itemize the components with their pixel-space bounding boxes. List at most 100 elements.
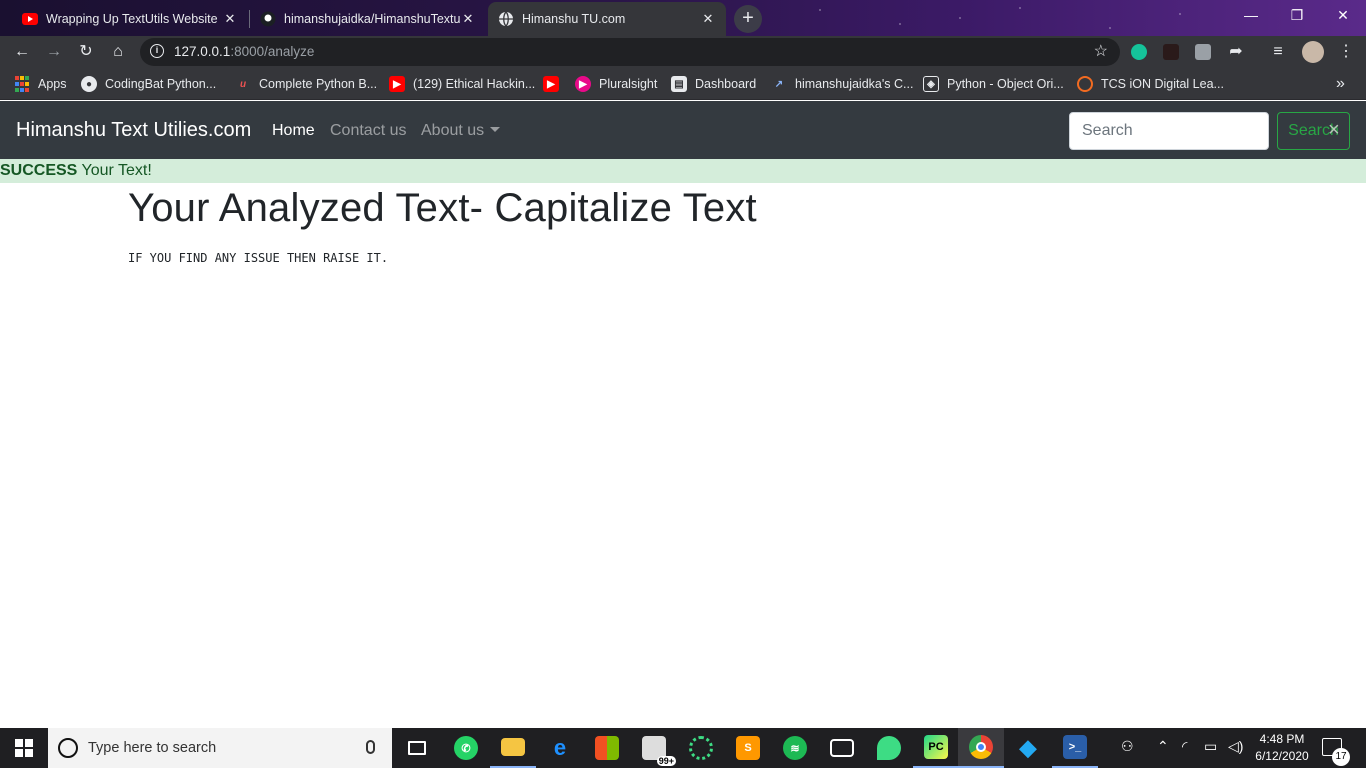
codepen-icon: ↗ bbox=[774, 78, 784, 90]
page-title: Your Analyzed Text- Capitalize Text bbox=[128, 186, 757, 230]
restore-icon[interactable]: ❐ bbox=[1274, 0, 1320, 30]
site-info-icon[interactable]: i bbox=[150, 44, 164, 58]
nav-about-label: About us bbox=[421, 122, 485, 139]
clock-date: 6/12/2020 bbox=[1255, 749, 1309, 763]
success-alert: SUCCESS Your Text! bbox=[0, 159, 1366, 183]
bookmark-label: Complete Python B... bbox=[259, 77, 378, 91]
extension-ninja-icon[interactable] bbox=[1163, 44, 1179, 60]
windows-logo-icon bbox=[15, 739, 33, 757]
back-icon[interactable]: ← bbox=[10, 40, 34, 64]
bookmark-label: (129) Ethical Hackin... bbox=[413, 77, 536, 91]
bookmark-pluralsight[interactable]: ▶ Pluralsight bbox=[575, 75, 657, 93]
menu-icon[interactable]: ⋮ bbox=[1334, 40, 1358, 64]
browser-tab-strip: Wrapping Up TextUtils Website | ✕ himans… bbox=[0, 0, 1366, 36]
search-input[interactable] bbox=[1069, 112, 1269, 150]
vscode-icon[interactable]: ◆ bbox=[1005, 728, 1051, 768]
forward-icon[interactable]: → bbox=[42, 40, 66, 64]
home-icon[interactable]: ⌂ bbox=[106, 40, 130, 64]
udemy-icon: u bbox=[239, 78, 247, 90]
address-url[interactable]: 127.0.0.1:8000/analyze bbox=[174, 44, 314, 59]
minimize-icon[interactable]: — bbox=[1228, 0, 1274, 30]
sublime-text-icon[interactable]: S bbox=[725, 728, 771, 768]
volume-icon[interactable]: ◁) bbox=[1228, 738, 1243, 755]
address-bar[interactable]: i 127.0.0.1:8000/analyze ☆ bbox=[140, 38, 1120, 66]
spinner-app-icon[interactable] bbox=[678, 728, 724, 768]
alert-close-button[interactable]: × bbox=[1328, 120, 1340, 140]
start-button[interactable] bbox=[0, 728, 48, 768]
bookmark-label: Dashboard bbox=[695, 77, 757, 91]
bookmark-star-icon[interactable]: ☆ bbox=[1094, 41, 1108, 61]
taskbar-search-placeholder: Type here to search bbox=[88, 740, 217, 756]
reload-icon[interactable]: ↻ bbox=[74, 40, 98, 64]
pluralsight-icon: ▶ bbox=[575, 76, 591, 92]
chrome-icon[interactable] bbox=[958, 728, 1004, 768]
mail-icon[interactable]: 99+ bbox=[631, 728, 677, 768]
bookmark-complete-python[interactable]: u Complete Python B... bbox=[235, 75, 377, 93]
tcs-icon bbox=[1077, 76, 1093, 92]
bookmark-codingbat[interactable]: ● CodingBat Python... bbox=[81, 75, 216, 93]
bookmark-ethical-hacking[interactable]: ▶ (129) Ethical Hackin... bbox=[389, 75, 535, 93]
microphone-icon[interactable] bbox=[366, 740, 375, 754]
taskbar-search[interactable]: Type here to search bbox=[48, 728, 392, 768]
bookmark-label: Python - Object Ori... bbox=[947, 77, 1064, 91]
bookmark-codepen[interactable]: ↗ himanshujaidka's C... bbox=[771, 75, 914, 93]
close-tab-icon[interactable]: ✕ bbox=[460, 11, 476, 27]
hackerrank-icon: ◈ bbox=[923, 76, 939, 92]
bookmark-dashboard[interactable]: ▤ Dashboard bbox=[671, 75, 756, 93]
youtube-icon: ▶ bbox=[543, 76, 559, 92]
nav-contact[interactable]: Contact us bbox=[330, 122, 406, 140]
bookmark-label: Apps bbox=[38, 77, 67, 91]
analyzed-text: IF YOU FIND ANY ISSUE THEN RAISE IT. bbox=[128, 251, 389, 265]
whatsapp-icon[interactable]: ✆ bbox=[443, 728, 489, 768]
tab-github[interactable]: himanshujaidka/HimanshuTextutils ✕ bbox=[250, 2, 486, 36]
file-explorer-icon[interactable] bbox=[490, 728, 536, 768]
share-icon[interactable]: ➦ bbox=[1224, 40, 1248, 64]
spotify-icon[interactable]: ≋ bbox=[772, 728, 818, 768]
globe-icon bbox=[498, 11, 514, 27]
tab-title: himanshujaidka/HimanshuTextutils bbox=[284, 12, 460, 26]
bookmarks-overflow-icon[interactable]: » bbox=[1336, 75, 1345, 93]
close-window-icon[interactable]: ✕ bbox=[1320, 0, 1366, 30]
tab-title: Himanshu TU.com bbox=[522, 12, 626, 26]
bookmark-label: himanshujaidka's C... bbox=[795, 77, 914, 91]
tray-chevron-up-icon[interactable]: ⌃ bbox=[1157, 738, 1169, 755]
grammarly-icon[interactable] bbox=[1131, 44, 1147, 60]
task-view-icon[interactable] bbox=[394, 728, 440, 768]
bookmark-youtube[interactable]: ▶ bbox=[543, 75, 567, 93]
site-brand[interactable]: Himanshu Text Utilies.com bbox=[16, 119, 251, 142]
bookmark-apps[interactable]: Apps bbox=[14, 75, 67, 93]
news-app-icon[interactable] bbox=[819, 728, 865, 768]
close-tab-icon[interactable]: ✕ bbox=[222, 11, 238, 27]
media-control-icon[interactable]: ≡ bbox=[1266, 40, 1290, 64]
bookmark-label: TCS iON Digital Lea... bbox=[1101, 77, 1224, 91]
battery-icon[interactable]: ▭ bbox=[1204, 738, 1217, 755]
bookmark-python-oop[interactable]: ◈ Python - Object Ori... bbox=[923, 75, 1064, 93]
bookmark-label: Pluralsight bbox=[599, 77, 658, 91]
tab-wrapping-up[interactable]: Wrapping Up TextUtils Website | ✕ bbox=[12, 2, 248, 36]
new-tab-button[interactable]: + bbox=[734, 5, 762, 33]
maps-icon[interactable] bbox=[866, 728, 912, 768]
avatar[interactable] bbox=[1302, 41, 1324, 63]
tab-himanshu-tu[interactable]: Himanshu TU.com ✕ bbox=[488, 2, 726, 36]
store-icon[interactable] bbox=[584, 728, 630, 768]
taskbar-clock[interactable]: 4:48 PM 6/12/2020 bbox=[1250, 731, 1314, 765]
browser-toolbar: ← → ↻ ⌂ i 127.0.0.1:8000/analyze ☆ ➦ ≡ ⋮ bbox=[0, 36, 1366, 68]
close-tab-icon[interactable]: ✕ bbox=[700, 11, 716, 27]
alert-message: Your Text! bbox=[81, 162, 152, 179]
youtube-icon bbox=[22, 11, 38, 27]
extension-k-icon[interactable] bbox=[1195, 44, 1211, 60]
nav-about-dropdown[interactable]: About us bbox=[421, 122, 501, 140]
edge-icon[interactable]: e bbox=[537, 728, 583, 768]
wifi-icon[interactable]: ◜ bbox=[1182, 738, 1187, 755]
mail-badge: 99+ bbox=[656, 756, 676, 766]
pycharm-icon[interactable]: PC bbox=[913, 728, 959, 768]
people-icon[interactable]: ⚇ bbox=[1121, 738, 1134, 755]
cortana-icon bbox=[58, 738, 78, 758]
bookmark-tcs-ion[interactable]: TCS iON Digital Lea... bbox=[1077, 75, 1224, 93]
powershell-icon[interactable]: >_ bbox=[1052, 728, 1098, 768]
apps-grid-icon bbox=[14, 76, 30, 92]
bookmark-label: CodingBat Python... bbox=[105, 77, 217, 91]
dashboard-icon: ▤ bbox=[671, 76, 687, 92]
globe-icon: ● bbox=[81, 76, 97, 92]
nav-home[interactable]: Home bbox=[272, 122, 315, 140]
